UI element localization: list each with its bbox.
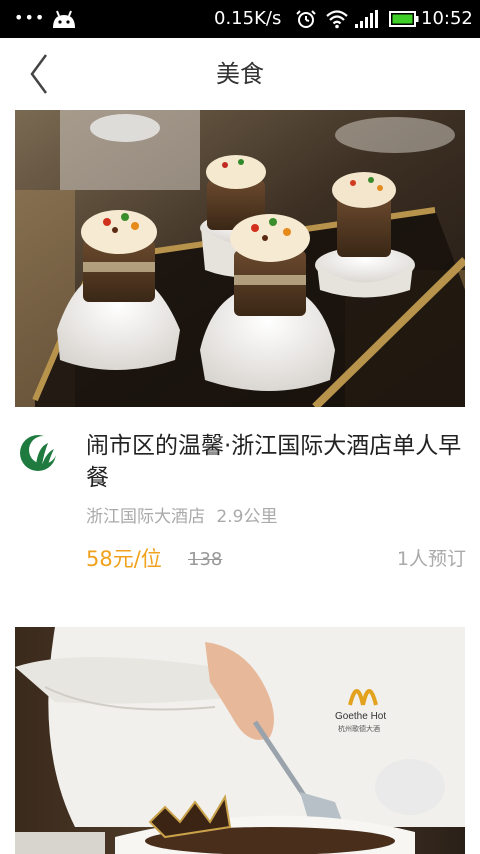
deal-distance: 2.9公里	[216, 507, 278, 527]
page-title: 美食	[216, 60, 264, 88]
wifi-icon	[326, 10, 348, 29]
svg-text:Goethe Hot: Goethe Hot	[335, 711, 386, 722]
deal-original-price: 138	[188, 549, 223, 570]
chef-dessert-photo: Goethe Hot 杭州歌德大酒	[15, 627, 465, 854]
deal-merchant-info: 浙江国际大酒店 2.9公里	[86, 504, 277, 530]
cupcakes-photo	[15, 110, 465, 407]
nav-bar: 美食	[0, 38, 480, 110]
hotel-logo-icon	[20, 435, 57, 471]
android-icon	[53, 10, 75, 28]
deal-merchant-name: 浙江国际大酒店	[86, 507, 205, 527]
clock: 10:52	[421, 8, 473, 29]
svg-text:杭州歌德大酒: 杭州歌德大酒	[338, 724, 380, 733]
battery-icon	[389, 11, 419, 27]
deal-price: 58元/位	[86, 547, 162, 571]
deal-image-chef-dessert[interactable]: Goethe Hot 杭州歌德大酒	[15, 627, 465, 854]
deal-image-cupcakes[interactable]	[15, 110, 465, 407]
status-bar: ••• 0.15K/s 10:52	[0, 0, 480, 38]
deal-booked-count: 1人预订	[396, 548, 466, 570]
deal-title[interactable]: 闹市区的温馨·浙江国际大酒店单人早餐	[86, 430, 466, 494]
more-dots-icon: •••	[14, 8, 46, 27]
signal-icon	[355, 10, 378, 28]
alarm-icon	[296, 10, 316, 28]
deal-price-row: 58元/位 138 1人预订	[86, 544, 466, 574]
network-speed: 0.15K/s	[214, 8, 282, 29]
